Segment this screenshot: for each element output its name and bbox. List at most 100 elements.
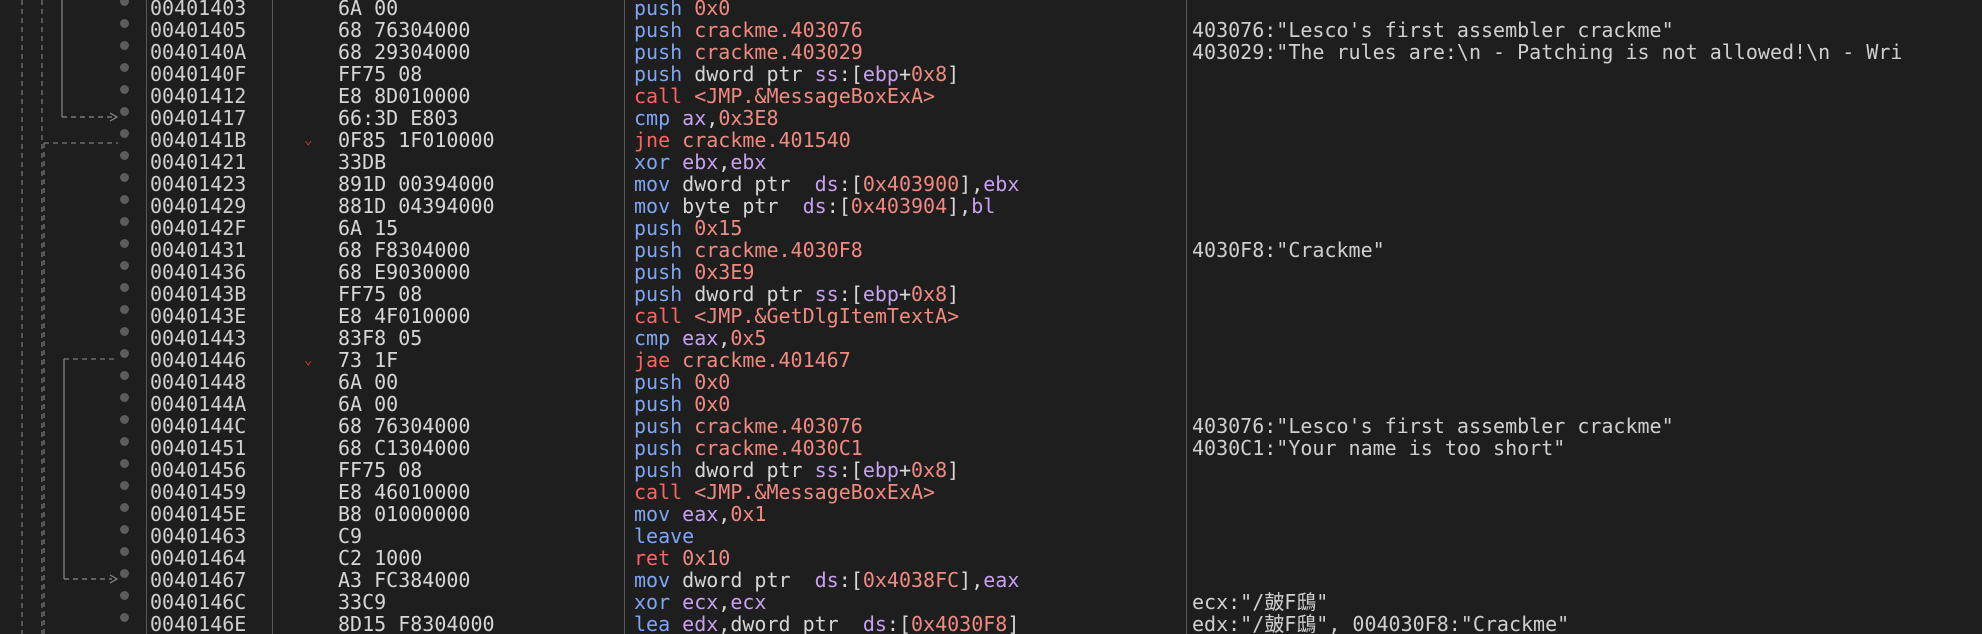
instruction-token: eax: [682, 326, 719, 350]
breakpoint-dot[interactable]: [120, 19, 129, 28]
address-cell: 0040144A: [150, 392, 247, 416]
breakpoint-dot[interactable]: [120, 261, 129, 270]
breakpoint-dot[interactable]: [120, 525, 129, 534]
instruction-row[interactable]: 0040146C 33C9 xor ecx,ecx ecx:"/皷F鴟": [0, 591, 1982, 613]
instruction-row[interactable]: 00401467 A3 FC384000 mov dword ptr ds:[0x4…: [0, 569, 1982, 591]
breakpoint-dot[interactable]: [120, 283, 129, 292]
instruction-token: [670, 546, 682, 570]
breakpoint-dot[interactable]: [120, 613, 129, 622]
instruction-token: [682, 480, 694, 504]
breakpoint-dot[interactable]: [120, 107, 129, 116]
instruction-token: [682, 304, 694, 328]
instruction-row[interactable]: 0040140F FF75 08 push dword ptr ss:[ebp+0x…: [0, 63, 1982, 85]
instruction-row[interactable]: 00401459 E8 46010000 call <JMP.&MessageBox…: [0, 481, 1982, 503]
instruction-row[interactable]: 00401463 C9 leave: [0, 525, 1982, 547]
instruction-token: [803, 568, 815, 592]
bytes-cell: 33DB: [338, 150, 387, 174]
breakpoint-dot[interactable]: [120, 173, 129, 182]
breakpoint-dot[interactable]: [120, 85, 129, 94]
instruction-token: crackme.403029: [694, 40, 863, 64]
disassembly-view[interactable]: 00401403 6A 00 push 0x0 00401405 68 76304000…: [0, 0, 1982, 634]
instruction-cell: call <JMP.&MessageBoxExA>: [634, 85, 935, 107]
instruction-row[interactable]: 00401443 83F8 05 cmp eax,0x5: [0, 327, 1982, 349]
breakpoint-dot[interactable]: [120, 569, 129, 578]
instruction-token: lea: [634, 612, 671, 634]
instruction-token: [682, 370, 694, 394]
instruction-row[interactable]: 00401451 68 C1304000 push crackme.4030C1 40…: [0, 437, 1982, 459]
instruction-token: 0x15: [694, 216, 743, 240]
breakpoint-dot[interactable]: [120, 239, 129, 248]
instruction-token: crackme.4030C1: [694, 436, 863, 460]
instruction-cell: push 0x3E9: [634, 261, 754, 283]
breakpoint-dot[interactable]: [120, 63, 129, 72]
instruction-row[interactable]: 00401436 68 E9030000 push 0x3E9: [0, 261, 1982, 283]
instruction-row[interactable]: 0040146E 8D15 F8304000 lea edx,dword ptr d…: [0, 613, 1982, 634]
instruction-row[interactable]: 00401412 E8 8D010000 call <JMP.&MessageBox…: [0, 85, 1982, 107]
instruction-row[interactable]: 0040145E B8 01000000 mov eax,0x1: [0, 503, 1982, 525]
instruction-row[interactable]: 00401429 881D 04394000 mov byte ptr ds:[0x…: [0, 195, 1982, 217]
breakpoint-dot[interactable]: [120, 195, 129, 204]
instruction-token: ,: [718, 590, 731, 614]
instruction-row[interactable]: 0040142F 6A 15 push 0x15: [0, 217, 1982, 239]
instruction-row[interactable]: 00401431 68 F8304000 push crackme.4030F8 40…: [0, 239, 1982, 261]
instruction-token: ebx: [983, 172, 1020, 196]
instruction-token: 0x0: [694, 0, 731, 20]
instruction-cell: mov byte ptr ds:[0x403904],bl: [634, 195, 995, 217]
breakpoint-dot[interactable]: [120, 371, 129, 380]
breakpoint-dot[interactable]: [120, 151, 129, 160]
instruction-token: call: [634, 480, 683, 504]
instruction-token: bl: [971, 194, 996, 218]
breakpoint-dot[interactable]: [120, 305, 129, 314]
breakpoint-dot[interactable]: [120, 481, 129, 490]
breakpoint-dot[interactable]: [120, 41, 129, 50]
instruction-row[interactable]: 0040143E E8 4F010000 call <JMP.&GetDlgItem…: [0, 305, 1982, 327]
breakpoint-dot[interactable]: [120, 547, 129, 556]
breakpoint-dot[interactable]: [120, 327, 129, 336]
instruction-row[interactable]: 00401446 ⌄ 73 1F jae crackme.401467: [0, 349, 1982, 371]
instruction-token: call: [634, 84, 683, 108]
instruction-row[interactable]: 0040141B ⌄ 0F85 1F010000 jne crackme.401540: [0, 129, 1982, 151]
instruction-token: 0x10: [682, 546, 731, 570]
instruction-row[interactable]: 00401423 891D 00394000 mov dword ptr ds:[0…: [0, 173, 1982, 195]
instruction-token: [682, 40, 694, 64]
breakpoint-dot[interactable]: [120, 393, 129, 402]
bytes-cell: 83F8 05: [338, 326, 423, 350]
instruction-row[interactable]: 0040140A 68 29304000 push crackme.403029 40…: [0, 41, 1982, 63]
breakpoint-dot[interactable]: [120, 349, 129, 358]
address-cell: 00401421: [150, 150, 247, 174]
instruction-cell: mov dword ptr ds:[0x4038FC],eax: [634, 569, 1019, 591]
instruction-token: dword ptr: [730, 612, 851, 634]
instruction-cell: call <JMP.&GetDlgItemTextA>: [634, 305, 959, 327]
instruction-token: [670, 348, 682, 372]
instruction-row[interactable]: 00401421 33DB xor ebx,ebx: [0, 151, 1982, 173]
address-cell: 00401429: [150, 194, 247, 218]
instruction-token: mov: [634, 568, 671, 592]
breakpoint-dot[interactable]: [120, 459, 129, 468]
instruction-token: 0x0: [694, 370, 731, 394]
instruction-row[interactable]: 0040144C 68 76304000 push crackme.403076 40…: [0, 415, 1982, 437]
jump-direction-icon: ⌄: [304, 132, 313, 148]
instruction-row[interactable]: 00401405 68 76304000 push crackme.403076 40…: [0, 19, 1982, 41]
breakpoint-dot[interactable]: [120, 437, 129, 446]
instruction-cell: push 0x0: [634, 393, 730, 415]
address-cell: 0040140A: [150, 40, 247, 64]
instruction-row[interactable]: 0040143B FF75 08 push dword ptr ss:[ebp+0x…: [0, 283, 1982, 305]
breakpoint-dot[interactable]: [120, 591, 129, 600]
instruction-row[interactable]: 0040144A 6A 00 push 0x0: [0, 393, 1982, 415]
breakpoint-dot[interactable]: [120, 415, 129, 424]
instruction-token: ss: [814, 62, 839, 86]
instruction-token: ,: [718, 150, 731, 174]
instruction-row[interactable]: 00401403 6A 00 push 0x0: [0, 0, 1982, 19]
instruction-row[interactable]: 00401464 C2 1000 ret 0x10: [0, 547, 1982, 569]
instruction-token: ebp: [862, 62, 899, 86]
instruction-row[interactable]: 00401417 66:3D E803 cmp ax,0x3E8: [0, 107, 1982, 129]
breakpoint-dot[interactable]: [120, 217, 129, 226]
breakpoint-dot[interactable]: [120, 129, 129, 138]
instruction-row[interactable]: 00401448 6A 00 push 0x0: [0, 371, 1982, 393]
breakpoint-dot[interactable]: [120, 0, 129, 6]
instruction-row[interactable]: 00401456 FF75 08 push dword ptr ss:[ebp+0x…: [0, 459, 1982, 481]
bytes-cell: 0F85 1F010000: [338, 128, 495, 152]
instruction-token: 0x3E9: [694, 260, 755, 284]
instruction-token: push: [634, 414, 683, 438]
breakpoint-dot[interactable]: [120, 503, 129, 512]
